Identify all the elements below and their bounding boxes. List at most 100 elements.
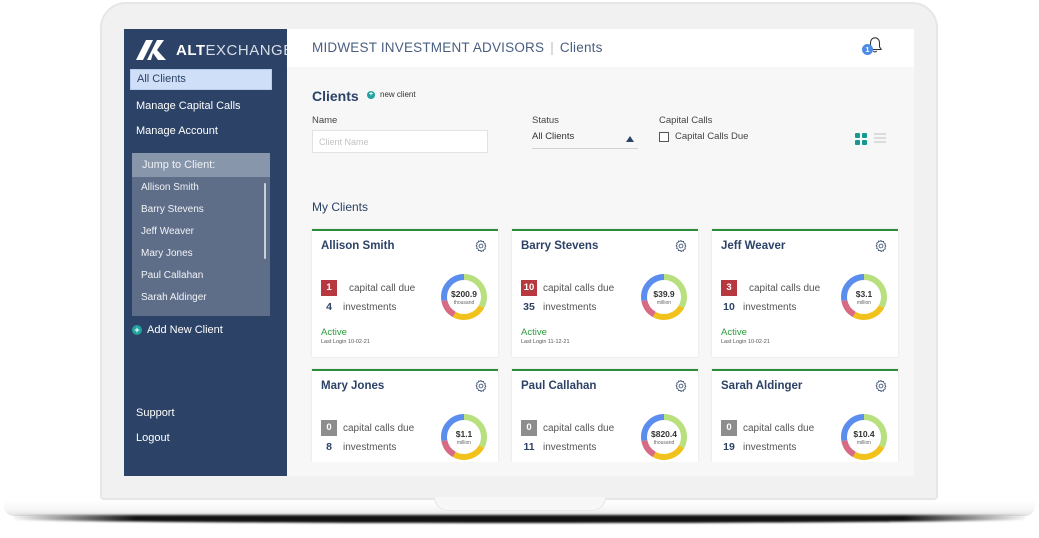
- list-view-icon[interactable]: [874, 133, 886, 145]
- capital-calls-row: 0 capital calls due: [321, 420, 414, 436]
- jump-client-list: Allison Smith Barry Stevens Jeff Weaver …: [132, 177, 270, 309]
- breadcrumb: MIDWEST INVESTMENT ADVISORS | Clients: [312, 40, 603, 55]
- capital-calls-text: capital calls due: [749, 282, 821, 294]
- sidebar: ALTEXCHANGE All Clients Manage Capital C…: [124, 29, 293, 476]
- client-card[interactable]: Mary Jones 0 capital calls due 8 investm…: [312, 369, 498, 476]
- investments-text: investments: [743, 441, 797, 453]
- plus-circle-icon: +: [132, 325, 142, 335]
- portfolio-value: $1.1: [455, 429, 473, 439]
- sidebar-item-all-clients[interactable]: All Clients: [130, 69, 272, 90]
- top-bar: MIDWEST INVESTMENT ADVISORS | Clients 1: [287, 29, 914, 67]
- gear-icon[interactable]: [874, 379, 888, 393]
- gear-icon[interactable]: [474, 379, 488, 393]
- investments-count: 19: [723, 441, 735, 453]
- brand-name: ALTEXCHANGE: [176, 42, 294, 59]
- jump-client-item[interactable]: Sarah Aldinger: [132, 287, 270, 309]
- client-name[interactable]: Jeff Weaver: [721, 240, 785, 252]
- sidebar-bottom-nav: Support Logout: [136, 401, 175, 451]
- brand-logo[interactable]: ALTEXCHANGE: [136, 39, 294, 61]
- client-name[interactable]: Barry Stevens: [521, 240, 598, 252]
- client-name[interactable]: Mary Jones: [321, 380, 384, 392]
- client-card[interactable]: Paul Callahan 0 capital calls due 11 inv…: [512, 369, 698, 476]
- grid-view-icon[interactable]: [855, 133, 867, 145]
- client-name-input[interactable]: [312, 130, 488, 153]
- sidebar-nav: All Clients Manage Capital Calls Manage …: [130, 69, 272, 144]
- portfolio-value: $3.1: [855, 289, 873, 299]
- jump-client-item[interactable]: Allison Smith: [132, 177, 270, 199]
- jump-client-item[interactable]: Paul Callahan: [132, 265, 270, 287]
- new-client-label: new client: [380, 90, 416, 99]
- investments-row: 10 investments: [721, 301, 796, 313]
- portfolio-unit: million: [656, 300, 672, 306]
- capital-calls-text: capital calls due: [743, 422, 815, 434]
- last-login: Last Login 11-12-21: [521, 339, 570, 345]
- breadcrumb-separator: |: [550, 40, 554, 55]
- notifications-button[interactable]: 1: [862, 36, 884, 58]
- checkbox-box[interactable]: [659, 131, 669, 142]
- org-name: MIDWEST INVESTMENT ADVISORS: [312, 40, 545, 55]
- add-new-client-label: Add New Client: [147, 324, 223, 336]
- sidebar-item-manage-capital-calls[interactable]: Manage Capital Calls: [130, 94, 272, 119]
- status-dropdown[interactable]: All Clients: [532, 131, 638, 149]
- status-filter-label: Status: [532, 115, 559, 126]
- new-client-button[interactable]: + new client: [367, 90, 416, 99]
- investments-count: 10: [723, 301, 735, 313]
- jump-to-client-header: Jump to Client:: [132, 153, 270, 177]
- client-name[interactable]: Sarah Aldinger: [721, 380, 802, 392]
- investments-text: investments: [543, 441, 597, 453]
- add-new-client-link[interactable]: + Add New Client: [132, 324, 223, 336]
- sidebar-item-support[interactable]: Support: [136, 401, 175, 426]
- investments-count: 35: [523, 301, 535, 313]
- investments-count: 11: [523, 441, 535, 453]
- investments-text: investments: [343, 301, 397, 313]
- portfolio-value: $200.9: [451, 289, 477, 299]
- investments-count: 8: [326, 441, 332, 453]
- jump-client-item[interactable]: Jeff Weaver: [132, 221, 270, 243]
- jump-client-item[interactable]: Barry Stevens: [132, 199, 270, 221]
- brand-light: EXCHANGE: [205, 41, 294, 59]
- gear-icon[interactable]: [474, 239, 488, 253]
- capital-calls-count-badge: 0: [321, 420, 337, 436]
- client-name[interactable]: Paul Callahan: [521, 380, 596, 392]
- altexchange-logo-icon: [136, 40, 166, 60]
- gear-icon[interactable]: [674, 239, 688, 253]
- notification-count-badge: 1: [862, 44, 873, 55]
- last-login: Last Login 10-02-21: [321, 339, 370, 345]
- capital-calls-text: capital calls due: [343, 422, 415, 434]
- sidebar-item-manage-account[interactable]: Manage Account: [130, 119, 272, 144]
- investments-row: 4 investments: [321, 301, 396, 313]
- capital-calls-filter-label: Capital Calls: [659, 115, 713, 126]
- jump-list-scrollbar[interactable]: [264, 183, 266, 259]
- investments-row: 8 investments: [321, 441, 396, 453]
- section-name: Clients: [559, 40, 603, 55]
- capital-calls-row: 1 capital call due: [321, 280, 415, 296]
- jump-client-item[interactable]: Mary Jones: [132, 243, 270, 265]
- capital-calls-text: capital calls due: [543, 282, 615, 294]
- client-card[interactable]: Sarah Aldinger 0 capital calls due 19 in…: [712, 369, 898, 476]
- portfolio-unit: thousand: [653, 440, 675, 446]
- investments-row: 11 investments: [521, 441, 596, 453]
- capital-calls-count-badge: 0: [721, 420, 737, 436]
- gear-icon[interactable]: [674, 379, 688, 393]
- capital-calls-due-checkbox[interactable]: Capital Calls Due: [659, 131, 748, 142]
- client-name[interactable]: Allison Smith: [321, 240, 394, 252]
- investments-row: 35 investments: [521, 301, 596, 313]
- capital-calls-count-badge: 1: [321, 280, 337, 296]
- gear-icon[interactable]: [874, 239, 888, 253]
- laptop-notch: [434, 497, 606, 511]
- portfolio-value: $39.9: [653, 289, 675, 299]
- portfolio-unit: million: [456, 440, 472, 446]
- investments-text: investments: [743, 301, 797, 313]
- portfolio-value: $820.4: [651, 429, 677, 439]
- capital-calls-row: 0 capital calls due: [521, 420, 614, 436]
- status-selected-value: All Clients: [532, 131, 575, 142]
- investments-row: 19 investments: [721, 441, 796, 453]
- capital-calls-row: 0 capital calls due: [721, 420, 814, 436]
- laptop-mockup: ALTEXCHANGE All Clients Manage Capital C…: [0, 0, 1039, 538]
- client-card[interactable]: Barry Stevens 10 capital calls due 35 in…: [512, 229, 698, 357]
- client-card[interactable]: Allison Smith 1 capital call due 4 inves…: [312, 229, 498, 357]
- client-card[interactable]: Jeff Weaver 3 capital calls due 10 inves…: [712, 229, 898, 357]
- page-title: Clients: [312, 88, 359, 104]
- client-status: Active: [321, 327, 347, 338]
- sidebar-item-logout[interactable]: Logout: [136, 426, 175, 451]
